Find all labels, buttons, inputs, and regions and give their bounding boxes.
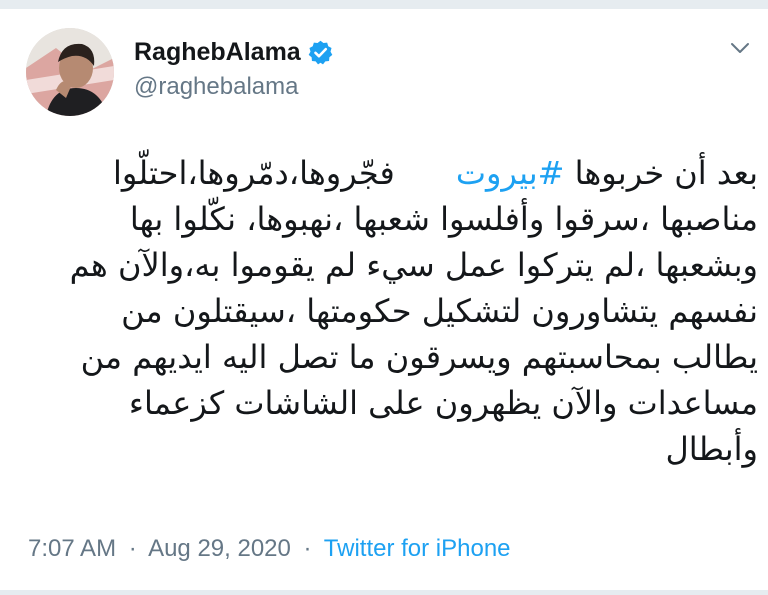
display-name[interactable]: RaghebAlama bbox=[134, 36, 301, 68]
tweet-line-1-suffix: فجّروها،دمّروها،احتلّوا bbox=[113, 154, 456, 192]
tweet-line-2: مناصبها ،سرقوا وأفلسوا شعبها ،نهبوها، نك… bbox=[129, 200, 758, 238]
verified-badge-icon bbox=[307, 39, 334, 66]
avatar-photo bbox=[26, 28, 114, 116]
tweet-line-6: مساعدات والآن يظهرون على الشاشات كزعماء bbox=[128, 384, 758, 422]
tweet-line-5: يطالب بمحاسبتهم ويسرقون ما تصل اليه ايدي… bbox=[80, 338, 758, 376]
meta-separator-2: · bbox=[303, 535, 312, 562]
more-options-button[interactable] bbox=[726, 34, 754, 62]
tweet-line-1: بعد أن خربوها #بيروت فجّروها،دمّروها،احت… bbox=[22, 150, 758, 196]
tweet-line-1-prefix: بعد أن خربوها bbox=[564, 154, 758, 192]
bottom-divider bbox=[0, 590, 768, 595]
user-handle[interactable]: @raghebalama bbox=[134, 72, 298, 102]
top-divider bbox=[0, 0, 768, 9]
avatar[interactable] bbox=[26, 28, 114, 116]
tweet-meta: 7:07 AM · Aug 29, 2020 · Twitter for iPh… bbox=[28, 533, 511, 565]
hashtag-link[interactable]: #بيروت bbox=[456, 154, 565, 192]
tweet-line-4: نفسهم يتشاورون لتشكيل حكومتها ،سيقتلون م… bbox=[121, 292, 758, 330]
source-link[interactable]: Twitter for iPhone bbox=[324, 535, 511, 562]
author-name-row[interactable]: RaghebAlama bbox=[134, 36, 334, 68]
chevron-down-icon bbox=[731, 43, 749, 53]
tweet-text: بعد أن خربوها #بيروت فجّروها،دمّروها،احت… bbox=[22, 150, 758, 472]
tweet-time[interactable]: 7:07 AM bbox=[28, 535, 116, 562]
tweet-line-3: وبشعبها ،لم يتركوا عمل سيء لم يقوموا به،… bbox=[69, 246, 758, 284]
tweet-line-7: وأبطال bbox=[665, 430, 759, 468]
tweet-date[interactable]: Aug 29, 2020 bbox=[148, 535, 291, 562]
meta-separator-1: · bbox=[128, 535, 137, 562]
